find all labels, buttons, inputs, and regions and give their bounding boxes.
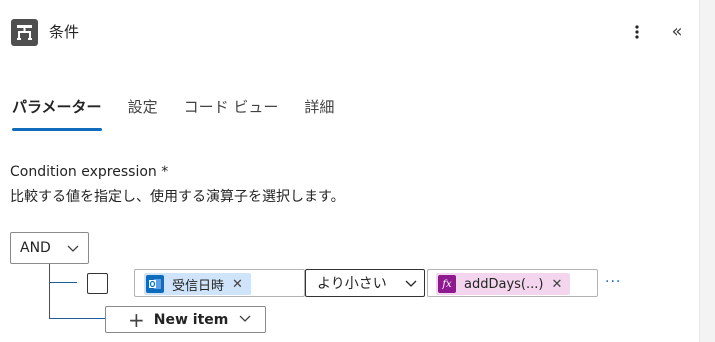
tree-connector-new-item	[49, 318, 106, 319]
fx-icon: fx	[438, 275, 456, 293]
expression-token[interactable]: fx addDays(...) ✕	[436, 273, 571, 295]
panel-title: 条件	[49, 23, 80, 41]
more-options-button[interactable]	[628, 22, 646, 42]
operator-value: より小さい	[317, 276, 387, 292]
dynamic-content-token[interactable]: 受信日時 ✕	[144, 273, 251, 295]
tree-connector-row	[49, 282, 77, 283]
group-operator-value: AND	[20, 240, 51, 256]
tree-connector	[49, 264, 50, 319]
group-operator-dropdown[interactable]: AND	[10, 232, 89, 264]
tab-details[interactable]: 詳細	[304, 96, 334, 132]
plus-icon: +	[128, 307, 145, 332]
remove-token-icon[interactable]: ✕	[232, 277, 243, 292]
collapse-panel-button[interactable]: «	[666, 20, 688, 42]
condition-icon	[11, 19, 38, 46]
remove-token-icon[interactable]: ✕	[551, 277, 562, 292]
condition-expression-label: Condition expression *	[10, 162, 168, 182]
token-label: addDays(...)	[464, 276, 544, 292]
tab-settings[interactable]: 設定	[128, 96, 158, 132]
row-more-options-button[interactable]: ···	[605, 275, 621, 289]
row-select-checkbox[interactable]	[87, 273, 108, 294]
chevron-down-icon	[238, 311, 252, 329]
tab-parameters[interactable]: パラメーター	[12, 96, 102, 132]
right-operand-input[interactable]: fx addDays(...) ✕	[427, 269, 598, 297]
operator-dropdown[interactable]: より小さい	[305, 269, 425, 297]
fx-icon-text: fx	[442, 278, 452, 290]
tab-bar: パラメーター 設定 コード ビュー 詳細	[12, 96, 360, 132]
outlook-icon	[146, 275, 164, 293]
left-operand-input[interactable]: 受信日時 ✕	[134, 269, 305, 297]
chevron-down-icon	[404, 276, 418, 294]
more-vertical-icon	[635, 25, 639, 39]
new-item-label: New item	[153, 311, 229, 328]
required-mark: *	[161, 164, 169, 180]
condition-panel: 条件 « パラメーター 設定 コード ビュー 詳細 Condition expr…	[0, 0, 699, 342]
tab-code-view[interactable]: コード ビュー	[184, 96, 279, 132]
token-label: 受信日時	[172, 278, 225, 294]
double-chevron-left-icon: «	[671, 20, 683, 42]
condition-description: 比較する値を指定し、使用する演算子を選択します。	[10, 189, 345, 205]
new-item-button[interactable]: + New item	[105, 306, 266, 333]
chevron-down-icon	[66, 241, 80, 259]
condition-expression-text: Condition expression	[10, 164, 157, 180]
panel-scrollbar[interactable]	[699, 0, 715, 342]
